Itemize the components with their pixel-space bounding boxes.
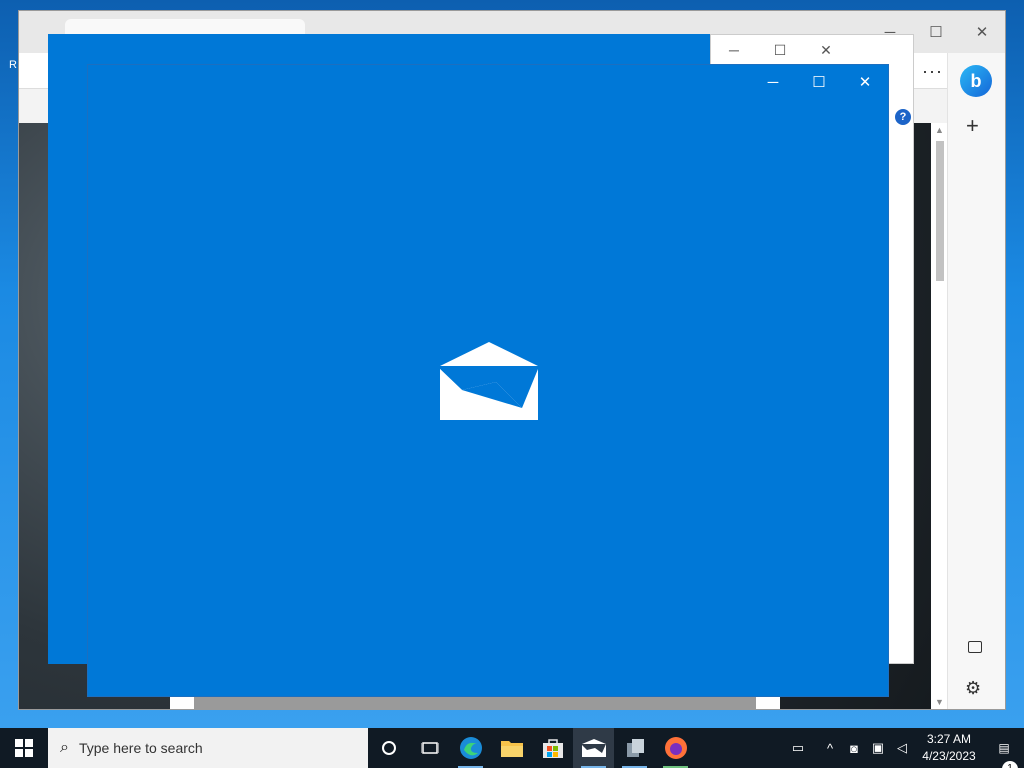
- app-icon: [626, 739, 644, 757]
- clock[interactable]: 3:27 AM 4/23/2023: [914, 731, 984, 765]
- mail-splash-window: ─ ☐ ✕: [87, 64, 889, 697]
- store-icon: [542, 739, 563, 758]
- edge-taskbar-button[interactable]: [450, 728, 491, 768]
- mail-maximize-button[interactable]: ☐: [796, 65, 842, 99]
- chevron-up-icon[interactable]: ^: [818, 741, 842, 756]
- cortana-button[interactable]: [368, 728, 409, 768]
- mail-window-controls: ─ ☐ ✕: [750, 65, 888, 99]
- app-taskbar-button[interactable]: [614, 728, 655, 768]
- search-placeholder: Type here to search: [78, 740, 203, 756]
- start-button[interactable]: [0, 728, 48, 768]
- scroll-down-icon[interactable]: ▼: [935, 697, 944, 707]
- sidebar-panel-icon[interactable]: [968, 641, 982, 653]
- dialog-close-button[interactable]: ✕: [803, 35, 849, 65]
- folder-icon: [500, 741, 523, 757]
- store-button[interactable]: [532, 728, 573, 768]
- bing-chat-icon[interactable]: b: [960, 65, 992, 97]
- gear-icon[interactable]: ⚙: [965, 678, 981, 699]
- maximize-button[interactable]: ☐: [913, 17, 959, 47]
- clock-time: 3:27 AM: [926, 732, 972, 746]
- firefox-icon: [664, 737, 687, 759]
- task-view-button[interactable]: [409, 728, 450, 768]
- file-explorer-button[interactable]: [491, 728, 532, 768]
- add-sidebar-app-icon[interactable]: +: [966, 113, 979, 139]
- volume-muted-icon[interactable]: ◁: [890, 740, 914, 756]
- dialog-minimize-button[interactable]: ─: [711, 35, 757, 65]
- dialog-window-controls: ─ ☐ ✕: [711, 35, 849, 65]
- search-icon: ⌕: [60, 739, 69, 756]
- firefox-taskbar-button[interactable]: [655, 728, 696, 768]
- meet-now-icon[interactable]: ◙: [842, 741, 866, 756]
- mail-taskbar-button[interactable]: [573, 728, 614, 768]
- task-view-icon: [420, 742, 439, 754]
- windows-icon: [15, 739, 33, 757]
- edge-sidebar: b + ⚙: [947, 53, 1005, 709]
- edge-icon: [459, 737, 482, 759]
- taskbar: ⌕ Type here to search ▭ ^ ◙ ▣ ◁ 3:27 AM …: [0, 728, 1024, 768]
- news-icon[interactable]: ▭: [778, 740, 818, 756]
- mail-icon: [581, 739, 606, 757]
- taskbar-search[interactable]: ⌕ Type here to search: [48, 728, 368, 768]
- desktop-icon-label[interactable]: R: [9, 59, 17, 71]
- system-tray: ▭ ^ ◙ ▣ ◁ 3:27 AM 4/23/2023 ▤ 1: [778, 728, 1024, 768]
- mail-minimize-button[interactable]: ─: [750, 65, 796, 99]
- network-icon[interactable]: ▣: [866, 740, 890, 756]
- help-icon[interactable]: ?: [895, 109, 911, 125]
- mail-close-button[interactable]: ✕: [842, 65, 888, 99]
- mail-logo-icon: [440, 342, 538, 420]
- dialog-maximize-button[interactable]: ☐: [757, 35, 803, 65]
- close-button[interactable]: ✕: [959, 17, 1005, 47]
- notification-icon: ▤: [998, 741, 1010, 755]
- scroll-up-icon[interactable]: ▲: [935, 125, 944, 135]
- clock-date: 4/23/2023: [922, 749, 976, 763]
- notification-badge: 1: [1002, 761, 1018, 768]
- notification-center-button[interactable]: ▤ 1: [984, 741, 1024, 768]
- window-bottom-edge: [170, 697, 780, 709]
- scroll-thumb[interactable]: [936, 141, 944, 281]
- cortana-icon: [381, 741, 396, 755]
- more-options-button[interactable]: ···: [922, 61, 943, 82]
